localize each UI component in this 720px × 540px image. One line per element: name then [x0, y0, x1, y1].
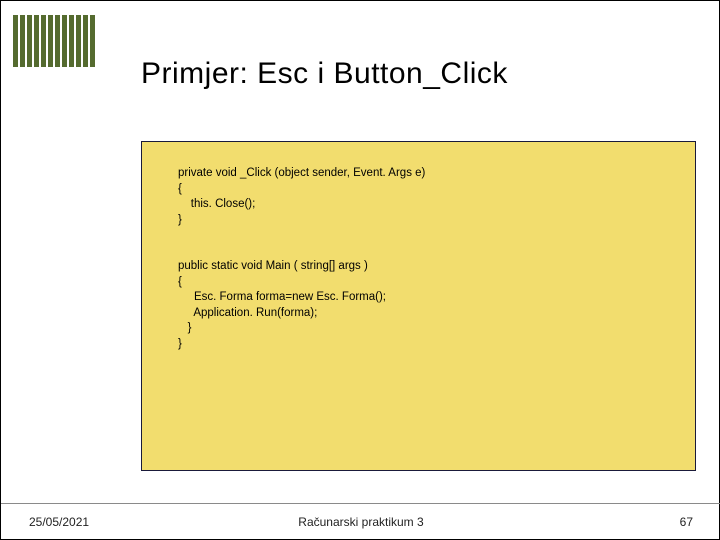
- slide-title: Primjer: Esc i Button_Click: [141, 57, 508, 91]
- slide: Primjer: Esc i Button_Click private void…: [0, 0, 720, 540]
- footer-title: Računarski praktikum 3: [1, 515, 720, 529]
- code-block: private void _Click (object sender, Even…: [141, 141, 696, 471]
- footer-page-number: 67: [680, 515, 693, 529]
- slide-footer: 25/05/2021 Računarski praktikum 3 67: [1, 503, 720, 539]
- decor-bars: [13, 15, 95, 67]
